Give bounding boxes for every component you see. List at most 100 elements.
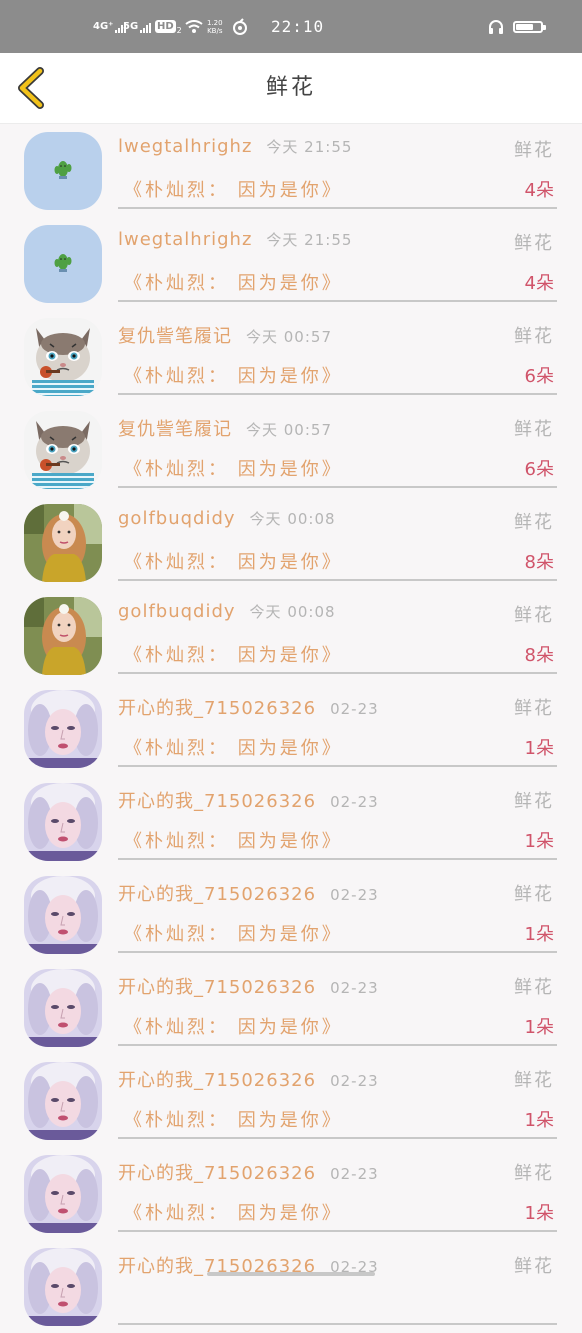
divider xyxy=(118,858,557,860)
sender-name: 开心的我_715026326 02-23 xyxy=(118,1163,379,1184)
avatar[interactable] xyxy=(24,504,102,582)
network-type-1: 4G⁺ xyxy=(93,20,114,32)
gift-list-item[interactable]: lwegtalhrighz 今天 21:55 鲜花 《朴灿烈： 因为是你》 4朵 xyxy=(0,217,582,310)
sender-name: golfbuqdidy 今天 00:08 xyxy=(118,601,336,622)
gift-list-item[interactable]: 开心的我_715026326 02-23 鲜花 xyxy=(0,1240,582,1333)
wifi-status xyxy=(185,0,203,53)
avatar[interactable] xyxy=(24,1248,102,1326)
gift-time: 今天 00:08 xyxy=(249,603,336,621)
gift-message: 《朴灿烈： 因为是你》 xyxy=(124,831,343,852)
sender-name: 开心的我_715026326 02-23 xyxy=(118,791,379,812)
gift-time: 今天 00:57 xyxy=(246,328,332,346)
gift-list-item[interactable]: golfbuqdidy 今天 00:08 鲜花 《朴灿烈： 因为是你》 8朵 xyxy=(0,496,582,589)
sender-name: lwegtalhrighz 今天 21:55 xyxy=(118,229,353,250)
divider xyxy=(118,765,557,767)
flower-count: 8朵 xyxy=(524,645,554,666)
gift-list-item[interactable]: 开心的我_715026326 02-23 鲜花 《朴灿烈： 因为是你》 1朵 xyxy=(0,682,582,775)
signal-1: 4G⁺ xyxy=(93,0,127,53)
avatar[interactable] xyxy=(24,1155,102,1233)
gift-time: 02-23 xyxy=(330,1165,379,1183)
gift-message: 《朴灿烈： 因为是你》 xyxy=(124,1110,343,1131)
avatar[interactable] xyxy=(24,318,102,396)
avatar[interactable] xyxy=(24,876,102,954)
avatar[interactable] xyxy=(24,969,102,1047)
gift-type: 鲜花 xyxy=(514,512,554,533)
flower-count: 8朵 xyxy=(524,552,554,573)
home-indicator[interactable] xyxy=(207,1272,375,1276)
gift-time: 02-23 xyxy=(330,1072,379,1090)
sender-name: golfbuqdidy 今天 00:08 xyxy=(118,508,336,529)
hd-sub: 2 xyxy=(176,26,182,35)
gift-message: 《朴灿烈： 因为是你》 xyxy=(124,273,343,294)
hotspot-status xyxy=(231,0,249,53)
flower-count: 1朵 xyxy=(524,831,554,852)
sender-name: 开心的我_715026326 02-23 xyxy=(118,698,379,719)
navigation-bar: 鲜花 xyxy=(0,53,582,124)
speed-value: 1.20 xyxy=(207,18,223,27)
gift-list-item[interactable]: lwegtalhrighz 今天 21:55 鲜花 《朴灿烈： 因为是你》 4朵 xyxy=(0,124,582,217)
divider xyxy=(118,300,557,302)
gift-type: 鲜花 xyxy=(514,1070,554,1091)
gift-time: 02-23 xyxy=(330,793,379,811)
avatar[interactable] xyxy=(24,225,102,303)
avatar[interactable] xyxy=(24,783,102,861)
gift-type: 鲜花 xyxy=(514,698,554,719)
avatar[interactable] xyxy=(24,597,102,675)
gift-time: 今天 00:08 xyxy=(249,510,336,528)
gift-type: 鲜花 xyxy=(514,605,554,626)
gift-message: 《朴灿烈： 因为是你》 xyxy=(124,645,343,666)
network-type-2: 5G xyxy=(123,20,139,32)
gift-list-item[interactable]: 开心的我_715026326 02-23 鲜花 《朴灿烈： 因为是你》 1朵 xyxy=(0,868,582,961)
sender-name: 复仇訾笔履记 今天 00:57 xyxy=(118,326,332,347)
sender-name: lwegtalhrighz 今天 21:55 xyxy=(118,136,353,157)
clock: 22:10 xyxy=(271,17,325,36)
gift-type: 鲜花 xyxy=(514,419,554,440)
battery xyxy=(513,0,546,53)
gift-message: 《朴灿烈： 因为是你》 xyxy=(124,738,343,759)
sender-name: 复仇訾笔履记 今天 00:57 xyxy=(118,419,332,440)
avatar[interactable] xyxy=(24,411,102,489)
signal-2: 5G xyxy=(123,0,152,53)
flower-count: 1朵 xyxy=(524,1203,554,1224)
gift-message: 《朴灿烈： 因为是你》 xyxy=(124,552,343,573)
flower-count: 1朵 xyxy=(524,924,554,945)
sender-name: 开心的我_715026326 02-23 xyxy=(118,884,379,905)
headphones-icon xyxy=(489,19,503,34)
gift-list-item[interactable]: 复仇訾笔履记 今天 00:57 鲜花 《朴灿烈： 因为是你》 6朵 xyxy=(0,403,582,496)
divider xyxy=(118,207,557,209)
divider xyxy=(118,1137,557,1139)
flower-count: 6朵 xyxy=(524,366,554,387)
gift-type: 鲜花 xyxy=(514,977,554,998)
page-title: 鲜花 xyxy=(265,75,316,100)
gift-message: 《朴灿烈： 因为是你》 xyxy=(124,366,343,387)
divider xyxy=(118,951,557,953)
hd-indicator: HD 2 xyxy=(155,0,182,53)
signal-bars-icon xyxy=(140,21,152,33)
avatar[interactable] xyxy=(24,1062,102,1140)
avatar[interactable] xyxy=(24,690,102,768)
gift-message: 《朴灿烈： 因为是你》 xyxy=(124,459,343,480)
gift-time: 今天 00:57 xyxy=(246,421,332,439)
speed-unit: KB/s xyxy=(207,26,223,35)
gift-type: 鲜花 xyxy=(514,791,554,812)
wifi-icon xyxy=(185,19,203,33)
gift-message: 《朴灿烈： 因为是你》 xyxy=(124,1203,343,1224)
gift-type: 鲜花 xyxy=(514,1256,554,1277)
headset-status xyxy=(488,0,504,53)
gift-list-item[interactable]: golfbuqdidy 今天 00:08 鲜花 《朴灿烈： 因为是你》 8朵 xyxy=(0,589,582,682)
gift-list-item[interactable]: 开心的我_715026326 02-23 鲜花 《朴灿烈： 因为是你》 1朵 xyxy=(0,961,582,1054)
divider xyxy=(118,579,557,581)
gift-list-item[interactable]: 开心的我_715026326 02-23 鲜花 《朴灿烈： 因为是你》 1朵 xyxy=(0,1054,582,1147)
gift-list-item[interactable]: 开心的我_715026326 02-23 鲜花 《朴灿烈： 因为是你》 1朵 xyxy=(0,1147,582,1240)
sender-name: 开心的我_715026326 02-23 xyxy=(118,977,379,998)
divider xyxy=(118,1323,557,1325)
gift-time: 今天 21:55 xyxy=(266,138,353,156)
divider xyxy=(118,393,557,395)
flower-count: 1朵 xyxy=(524,1110,554,1131)
gift-time: 02-23 xyxy=(330,979,379,997)
gift-list-item[interactable]: 开心的我_715026326 02-23 鲜花 《朴灿烈： 因为是你》 1朵 xyxy=(0,775,582,868)
gift-message: 《朴灿烈： 因为是你》 xyxy=(124,180,343,201)
gift-type: 鲜花 xyxy=(514,233,554,254)
avatar[interactable] xyxy=(24,132,102,210)
gift-list-item[interactable]: 复仇訾笔履记 今天 00:57 鲜花 《朴灿烈： 因为是你》 6朵 xyxy=(0,310,582,403)
